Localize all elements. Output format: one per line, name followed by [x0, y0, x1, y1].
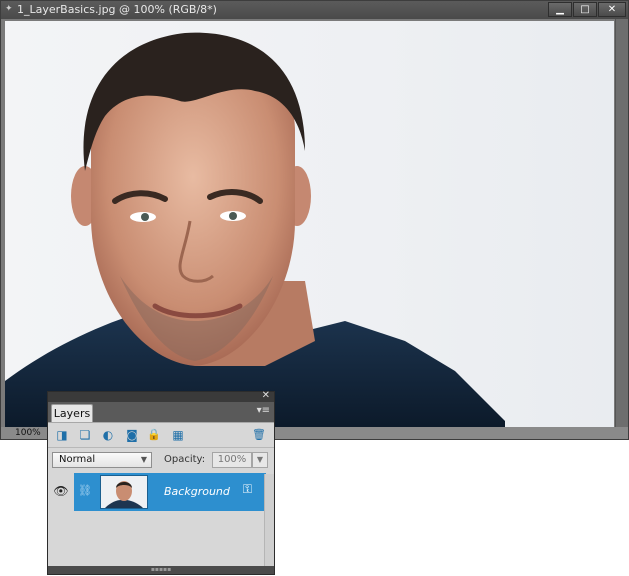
layer-mask-icon[interactable]: ◙: [124, 427, 140, 443]
chevron-down-icon: ▼: [140, 455, 147, 464]
image-canvas[interactable]: [5, 21, 614, 427]
delete-layer-icon[interactable]: 🗑: [251, 427, 267, 443]
panel-header[interactable]: ✕: [48, 391, 274, 402]
document-title: 1_LayerBasics.jpg @ 100% (RGB/8*): [17, 3, 217, 16]
link-icon[interactable]: ⛓: [78, 484, 92, 497]
document-window: ✦ 1_LayerBasics.jpg @ 100% (RGB/8*) ▁ □ …: [0, 0, 629, 440]
new-layer-icon[interactable]: ◨: [54, 427, 70, 443]
blend-mode-select[interactable]: Normal ▼: [52, 452, 152, 468]
layer-item-background[interactable]: ⛓ Background ⚿: [74, 473, 266, 511]
layer-row[interactable]: 👁 ⛓ Background ⚿: [48, 473, 266, 511]
layer-thumbnail: [100, 475, 148, 509]
visibility-eye-icon[interactable]: 👁: [52, 484, 70, 498]
lock-transparent-icon[interactable]: ▦: [170, 427, 186, 443]
document-type-icon: ✦: [5, 4, 13, 14]
close-panel-icon[interactable]: ✕: [262, 391, 270, 401]
opacity-label: Opacity:: [164, 454, 206, 465]
panel-menu-icon[interactable]: ▾≡: [257, 405, 270, 416]
layers-panel: ✕ Layers ▾≡ ◨ ❏ ◐ ◙ 🔒 ▦ 🗑 Normal ▼ Opaci…: [47, 391, 275, 575]
opacity-dropdown-icon[interactable]: ▼: [252, 452, 268, 468]
zoom-level[interactable]: 100%: [15, 427, 41, 439]
layer-lock-icon: ⚿: [242, 482, 252, 496]
tab-layers[interactable]: Layers: [51, 404, 93, 423]
layers-panel-body: ◨ ❏ ◐ ◙ 🔒 ▦ 🗑 Normal ▼ Opacity: 100% ▼ 👁…: [48, 422, 274, 569]
vertical-scrollbar[interactable]: [615, 19, 628, 427]
adjustment-layer-icon[interactable]: ◐: [100, 427, 116, 443]
close-button[interactable]: ✕: [598, 2, 626, 17]
maximize-button[interactable]: □: [573, 2, 597, 17]
opacity-field[interactable]: 100%: [212, 452, 252, 468]
panel-tab-bar: Layers ▾≡: [48, 402, 274, 423]
minimize-button[interactable]: ▁: [548, 2, 572, 17]
lock-all-icon[interactable]: 🔒: [146, 427, 162, 443]
layers-toolbar: ◨ ❏ ◐ ◙ 🔒 ▦ 🗑: [48, 423, 274, 448]
layers-scrollbar[interactable]: [264, 474, 274, 569]
blend-options-row: Normal ▼ Opacity: 100% ▼: [48, 448, 274, 472]
new-group-icon[interactable]: ❏: [77, 427, 93, 443]
document-titlebar[interactable]: ✦ 1_LayerBasics.jpg @ 100% (RGB/8*) ▁ □ …: [1, 1, 628, 19]
layer-name[interactable]: Background: [164, 485, 230, 498]
blend-mode-value: Normal: [59, 454, 96, 465]
portrait-photo: [5, 32, 505, 427]
window-controls: ▁ □ ✕: [548, 2, 626, 17]
panel-resize-grip[interactable]: ▪▪▪▪▪: [48, 566, 274, 574]
